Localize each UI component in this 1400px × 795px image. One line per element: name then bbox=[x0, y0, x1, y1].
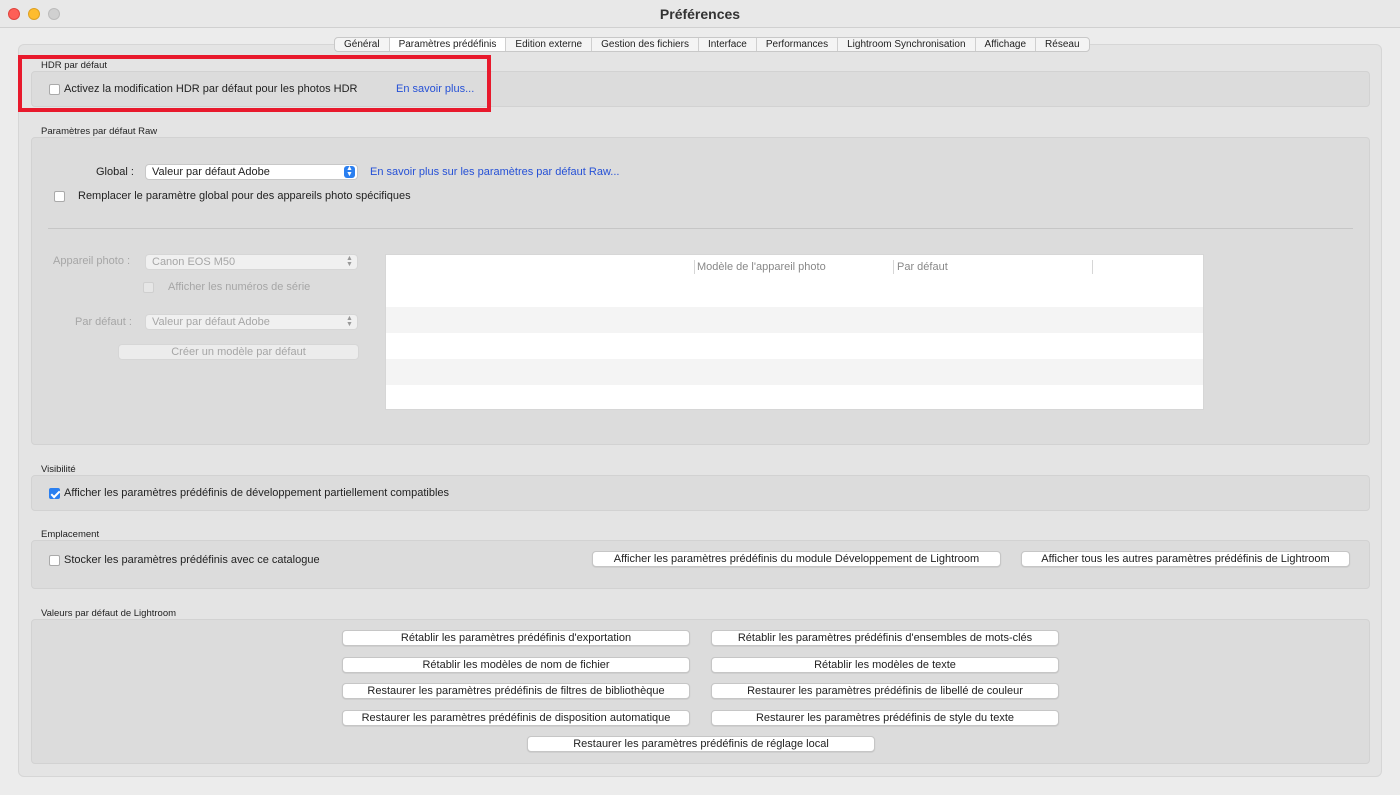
tab-bar: Général Paramètres prédéfinis Edition ex… bbox=[334, 37, 1090, 52]
restore-auto-layout-presets-button[interactable]: Restaurer les paramètres prédéfinis de d… bbox=[342, 710, 690, 726]
reset-text-templates-button[interactable]: Rétablir les modèles de texte bbox=[711, 657, 1059, 673]
show-develop-presets-button[interactable]: Afficher les paramètres prédéfinis du mo… bbox=[592, 551, 1001, 567]
table-header-default[interactable]: Par défaut bbox=[897, 261, 948, 273]
default-select[interactable]: Valeur par défaut Adobe ▲ ▼ bbox=[145, 314, 358, 330]
create-default-button[interactable]: Créer un modèle par défaut bbox=[118, 344, 359, 360]
table-row[interactable] bbox=[386, 307, 1203, 333]
raw-learn-more-link[interactable]: En savoir plus sur les paramètres par dé… bbox=[370, 166, 619, 178]
table-row[interactable] bbox=[386, 385, 1203, 411]
highlight-box bbox=[18, 55, 491, 112]
table-header-camera-model[interactable]: Modèle de l'appareil photo bbox=[697, 261, 826, 273]
location-group-label: Emplacement bbox=[41, 529, 100, 540]
store-with-catalog-label: Stocker les paramètres prédéfinis avec c… bbox=[64, 554, 320, 566]
table-column-divider bbox=[1092, 260, 1093, 274]
camera-select[interactable]: Canon EOS M50 ▲ ▼ bbox=[145, 254, 358, 270]
camera-select-value: Canon EOS M50 bbox=[152, 256, 236, 268]
show-all-presets-button[interactable]: Afficher tous les autres paramètres préd… bbox=[1021, 551, 1350, 567]
global-label: Global : bbox=[96, 166, 134, 178]
store-with-catalog-checkbox[interactable] bbox=[49, 555, 60, 566]
restore-color-label-presets-button[interactable]: Restaurer les paramètres prédéfinis de l… bbox=[711, 683, 1059, 699]
restore-library-filter-presets-button[interactable]: Restaurer les paramètres prédéfinis de f… bbox=[342, 683, 690, 699]
partial-compatible-checkbox[interactable] bbox=[49, 488, 60, 499]
reset-filename-templates-button[interactable]: Rétablir les modèles de nom de fichier bbox=[342, 657, 690, 673]
reset-export-presets-button[interactable]: Rétablir les paramètres prédéfinis d'exp… bbox=[342, 630, 690, 646]
partial-compatible-label: Afficher les paramètres prédéfinis de dé… bbox=[64, 487, 450, 499]
global-select-value: Valeur par défaut Adobe bbox=[152, 166, 270, 178]
raw-separator bbox=[48, 228, 1353, 229]
global-select[interactable]: Valeur par défaut Adobe ▲ ▼ bbox=[145, 164, 358, 180]
table-row[interactable] bbox=[386, 281, 1203, 307]
show-serial-checkbox[interactable] bbox=[143, 282, 154, 293]
override-global-checkbox[interactable] bbox=[54, 191, 65, 202]
chevron-updown-icon: ▲ ▼ bbox=[346, 255, 353, 268]
defaults-group-label: Valeurs par défaut de Lightroom bbox=[41, 608, 177, 619]
tab-display[interactable]: Affichage bbox=[976, 38, 1037, 51]
table-column-divider bbox=[694, 260, 695, 274]
camera-defaults-table: Modèle de l'appareil photo Par défaut bbox=[385, 254, 1204, 410]
table-row[interactable] bbox=[386, 333, 1203, 359]
chevron-updown-icon: ▲ ▼ bbox=[344, 165, 355, 178]
window-title: Préférences bbox=[659, 6, 741, 22]
default-label: Par défaut : bbox=[75, 316, 132, 328]
tab-file-handling[interactable]: Gestion des fichiers bbox=[592, 38, 699, 51]
title-bar: Préférences bbox=[0, 0, 1400, 28]
tab-presets[interactable]: Paramètres prédéfinis bbox=[389, 38, 507, 51]
tab-performance[interactable]: Performances bbox=[757, 38, 839, 51]
reset-keyword-set-presets-button[interactable]: Rétablir les paramètres prédéfinis d'ens… bbox=[711, 630, 1059, 646]
show-serial-label: Afficher les numéros de série bbox=[168, 281, 311, 293]
tab-general[interactable]: Général bbox=[335, 38, 390, 51]
default-select-value: Valeur par défaut Adobe bbox=[152, 316, 270, 328]
restore-text-style-presets-button[interactable]: Restaurer les paramètres prédéfinis de s… bbox=[711, 710, 1059, 726]
tab-network[interactable]: Réseau bbox=[1036, 38, 1088, 51]
restore-local-adjustment-presets-button[interactable]: Restaurer les paramètres prédéfinis de r… bbox=[527, 736, 875, 752]
override-global-label: Remplacer le paramètre global pour des a… bbox=[78, 190, 411, 202]
table-row[interactable] bbox=[386, 359, 1203, 385]
visibility-group-label: Visibilité bbox=[41, 464, 76, 475]
tab-external-editing[interactable]: Edition externe bbox=[506, 38, 593, 51]
tab-interface[interactable]: Interface bbox=[699, 38, 757, 51]
raw-group-label: Paramètres par défaut Raw bbox=[41, 126, 158, 137]
chevron-updown-icon: ▲ ▼ bbox=[346, 315, 353, 328]
tab-lightroom-sync[interactable]: Lightroom Synchronisation bbox=[838, 38, 976, 51]
camera-label: Appareil photo : bbox=[53, 255, 131, 267]
table-column-divider bbox=[893, 260, 894, 274]
